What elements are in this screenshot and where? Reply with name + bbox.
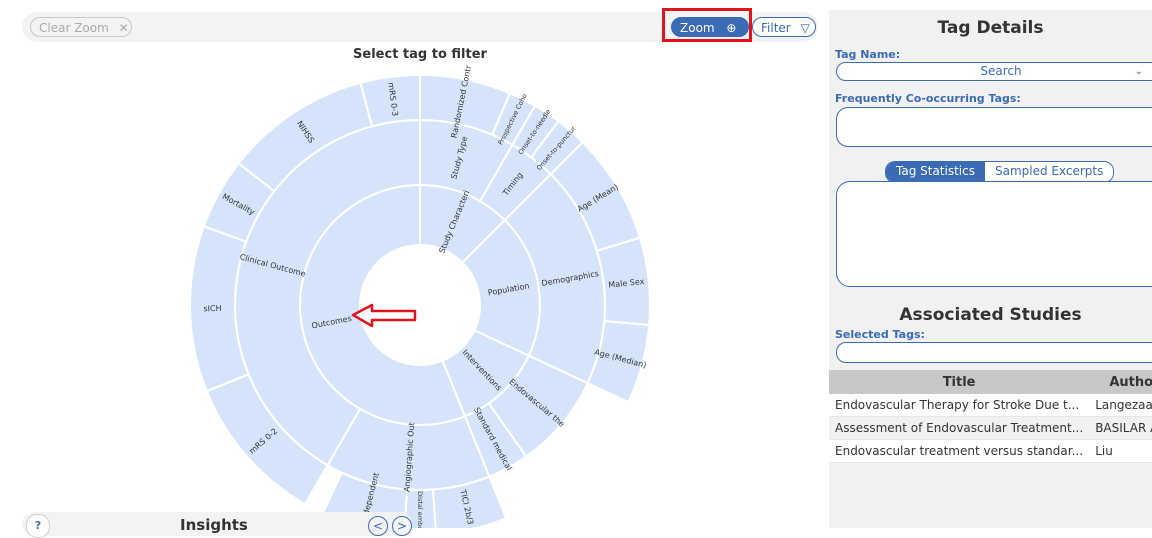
search-placeholder: Search (980, 64, 1022, 78)
selected-tags-box[interactable] (836, 342, 1152, 363)
insights-next-button[interactable]: > (392, 516, 412, 536)
tag-name-label: Tag Name: (835, 48, 901, 61)
segment-label-distal-emboli: Distal emboli (416, 491, 424, 528)
selected-tags-label: Selected Tags: (835, 328, 925, 341)
study-title: Endovascular Therapy for Stroke Due t... (829, 394, 1090, 417)
sunburst-panel: Clear Zoom ✕ Zoom ⊕ Filter ▽ Select tag … (0, 0, 822, 538)
study-author: Liu (1089, 439, 1152, 463)
study-author: BASILAR Ar... (1089, 416, 1152, 440)
table-row[interactable]: Assessment of Endovascular Treatment... … (829, 416, 1152, 440)
chevron-down-icon: ⌄ (1134, 66, 1143, 77)
sunburst-chart: Study CharacteriPopulationInterventionsO… (189, 64, 651, 528)
insights-title: Insights (180, 516, 248, 534)
column-header-title[interactable]: Title (829, 370, 1090, 394)
details-tabs: Tag Statistics Sampled Excerpts (885, 161, 1115, 183)
help-icon[interactable]: ? (26, 514, 50, 538)
study-author: Langezaal (1089, 394, 1152, 417)
table-row[interactable]: Endovascular Therapy for Stroke Due t...… (829, 394, 1152, 417)
study-title: Assessment of Endovascular Treatment... (829, 416, 1090, 440)
tag-details-title: Tag Details (937, 18, 1044, 38)
segment-label-sich: sICH (203, 304, 221, 313)
tab-sampled-excerpts[interactable]: Sampled Excerpts (984, 162, 1114, 182)
study-title: Endovascular treatment versus standar... (829, 439, 1090, 463)
cooccurring-tags-box (836, 107, 1152, 147)
tab-tag-statistics[interactable]: Tag Statistics (886, 162, 985, 182)
column-header-author[interactable]: Author (1089, 370, 1152, 394)
table-header-row: Title Author (829, 370, 1152, 394)
tag-statistics-box (836, 181, 1152, 287)
table-row[interactable]: Endovascular treatment versus standar...… (829, 439, 1152, 463)
associated-studies-title: Associated Studies (899, 305, 1082, 325)
insights-prev-button[interactable]: < (368, 516, 388, 536)
studies-table: Title Author Endovascular Therapy for St… (829, 370, 1152, 463)
tag-search-select[interactable]: Search ⌄ (836, 62, 1152, 81)
cooccurring-label: Frequently Co-occurring Tags: (835, 92, 1021, 105)
